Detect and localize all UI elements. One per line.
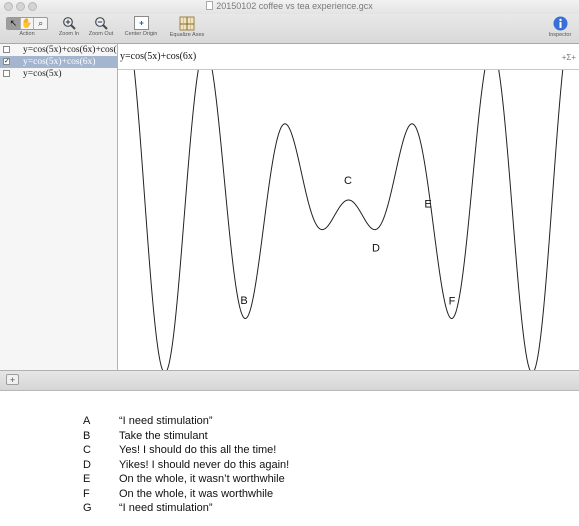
legend-text: Yes! I should do this all the time! (119, 444, 277, 456)
visibility-checkbox[interactable]: ✓ (3, 58, 10, 65)
legend-row: E On the whole, it wasn’t worthwhile (83, 472, 289, 487)
magnifier-icon[interactable]: ⌕ (34, 18, 47, 29)
legend-text: On the whole, it was worthwhile (119, 487, 274, 500)
equation-text: y=cos(5x)+cos(6x) (23, 57, 96, 67)
legend-text: “I need stimulation” (119, 502, 213, 514)
center-origin-button[interactable]: Center Origin (120, 14, 162, 37)
inspector-label: Inspector (548, 32, 572, 38)
equalize-axes-label: Equalize Axes (169, 32, 205, 38)
legend-key: D (83, 458, 91, 471)
equation-editor[interactable]: y=cos(5x)+cos(6x) +Σ+ (118, 44, 579, 70)
toolbar: ↖ ✋ ⌕ Action Zoom In Zoom Out Center Ori… (0, 14, 579, 44)
arrow-cursor-icon[interactable]: ↖ (7, 18, 21, 29)
legend-row: A “I need stimulation” (83, 414, 289, 429)
tool-segmented-control[interactable]: ↖ ✋ ⌕ (6, 17, 48, 30)
legend-row: D Yikes! I should never do this again! (83, 458, 289, 473)
legend-key: G (83, 502, 92, 514)
equalize-axes-icon (179, 16, 195, 31)
equation-text: y=cos(5x) (23, 69, 62, 79)
equation-editor-text: y=cos(5x)+cos(6x) (120, 51, 197, 62)
visibility-checkbox[interactable] (3, 70, 10, 77)
equation-row[interactable]: y=cos(5x)+cos(6x)+cos( (0, 44, 117, 56)
legend-key: F (83, 487, 90, 500)
legend-row: F On the whole, it was worthwhile (83, 487, 289, 502)
zoom-out-icon (95, 17, 108, 30)
legend-row: B Take the stimulant (83, 429, 289, 444)
graph-area: y=cos(5x)+cos(6x) +Σ+ ABCDEFG (118, 44, 579, 370)
legend-text: Take the stimulant (119, 429, 208, 442)
document-icon (206, 1, 214, 10)
zoom-in-label: Zoom In (58, 31, 80, 37)
equalize-axes-button[interactable]: Equalize Axes (166, 14, 208, 38)
window-title: 20150102 coffee vs tea experience.gcx (0, 1, 579, 11)
legend-row: C Yes! I should do this all the time! (83, 443, 289, 458)
center-origin-icon (133, 16, 149, 30)
equation-row[interactable]: y=cos(5x) (0, 68, 117, 80)
legend-key: C (83, 444, 91, 456)
legend-key: B (83, 429, 91, 442)
center-origin-label: Center Origin (124, 31, 158, 37)
zoom-out-button[interactable]: Zoom Out (86, 14, 116, 37)
point-label-c: C (344, 175, 352, 187)
legend-key: E (83, 473, 91, 485)
plot-canvas[interactable]: ABCDEFG (118, 70, 579, 370)
sigma-icon[interactable]: +Σ+ (562, 53, 576, 62)
point-label-f: F (449, 296, 456, 308)
legend-text: “I need stimulation” (119, 415, 213, 427)
equation-row-selected[interactable]: ✓ y=cos(5x)+cos(6x) (0, 56, 117, 68)
point-label-b: B (240, 295, 247, 307)
hand-icon[interactable]: ✋ (21, 18, 35, 29)
action-label: Action (19, 31, 35, 37)
point-label-d: D (372, 242, 380, 254)
title-bar: 20150102 coffee vs tea experience.gcx (0, 0, 579, 14)
grapher-window: 20150102 coffee vs tea experience.gcx ↖ … (0, 0, 579, 391)
legend-key: A (83, 415, 91, 427)
legend: A “I need stimulation” B Take the stimulan… (83, 414, 289, 516)
legend-text: Yikes! I should never do this again! (119, 458, 290, 471)
checkmark-icon: ✓ (4, 57, 10, 65)
zoom-out-label: Zoom Out (88, 31, 114, 37)
action-tool-group: ↖ ✋ ⌕ Action (4, 14, 50, 37)
point-labels: ABCDEFG (240, 175, 456, 308)
point-label-e: E (424, 199, 431, 211)
equation-text: y=cos(5x)+cos(6x)+cos( (23, 45, 117, 55)
legend-text: On the whole, it wasn’t worthwhile (119, 473, 285, 485)
bottom-bar: + (0, 370, 579, 390)
visibility-checkbox[interactable] (3, 46, 10, 53)
add-equation-button[interactable]: + (6, 374, 19, 385)
zoom-in-button[interactable]: Zoom In (56, 14, 82, 37)
function-curve (133, 70, 564, 370)
info-icon (553, 16, 567, 31)
legend-row: G “I need stimulation” (83, 501, 289, 516)
equation-list: y=cos(5x)+cos(6x)+cos( ✓ y=cos(5x)+cos(6… (0, 44, 118, 370)
zoom-in-icon (63, 17, 76, 30)
inspector-button[interactable]: Inspector (544, 14, 576, 38)
